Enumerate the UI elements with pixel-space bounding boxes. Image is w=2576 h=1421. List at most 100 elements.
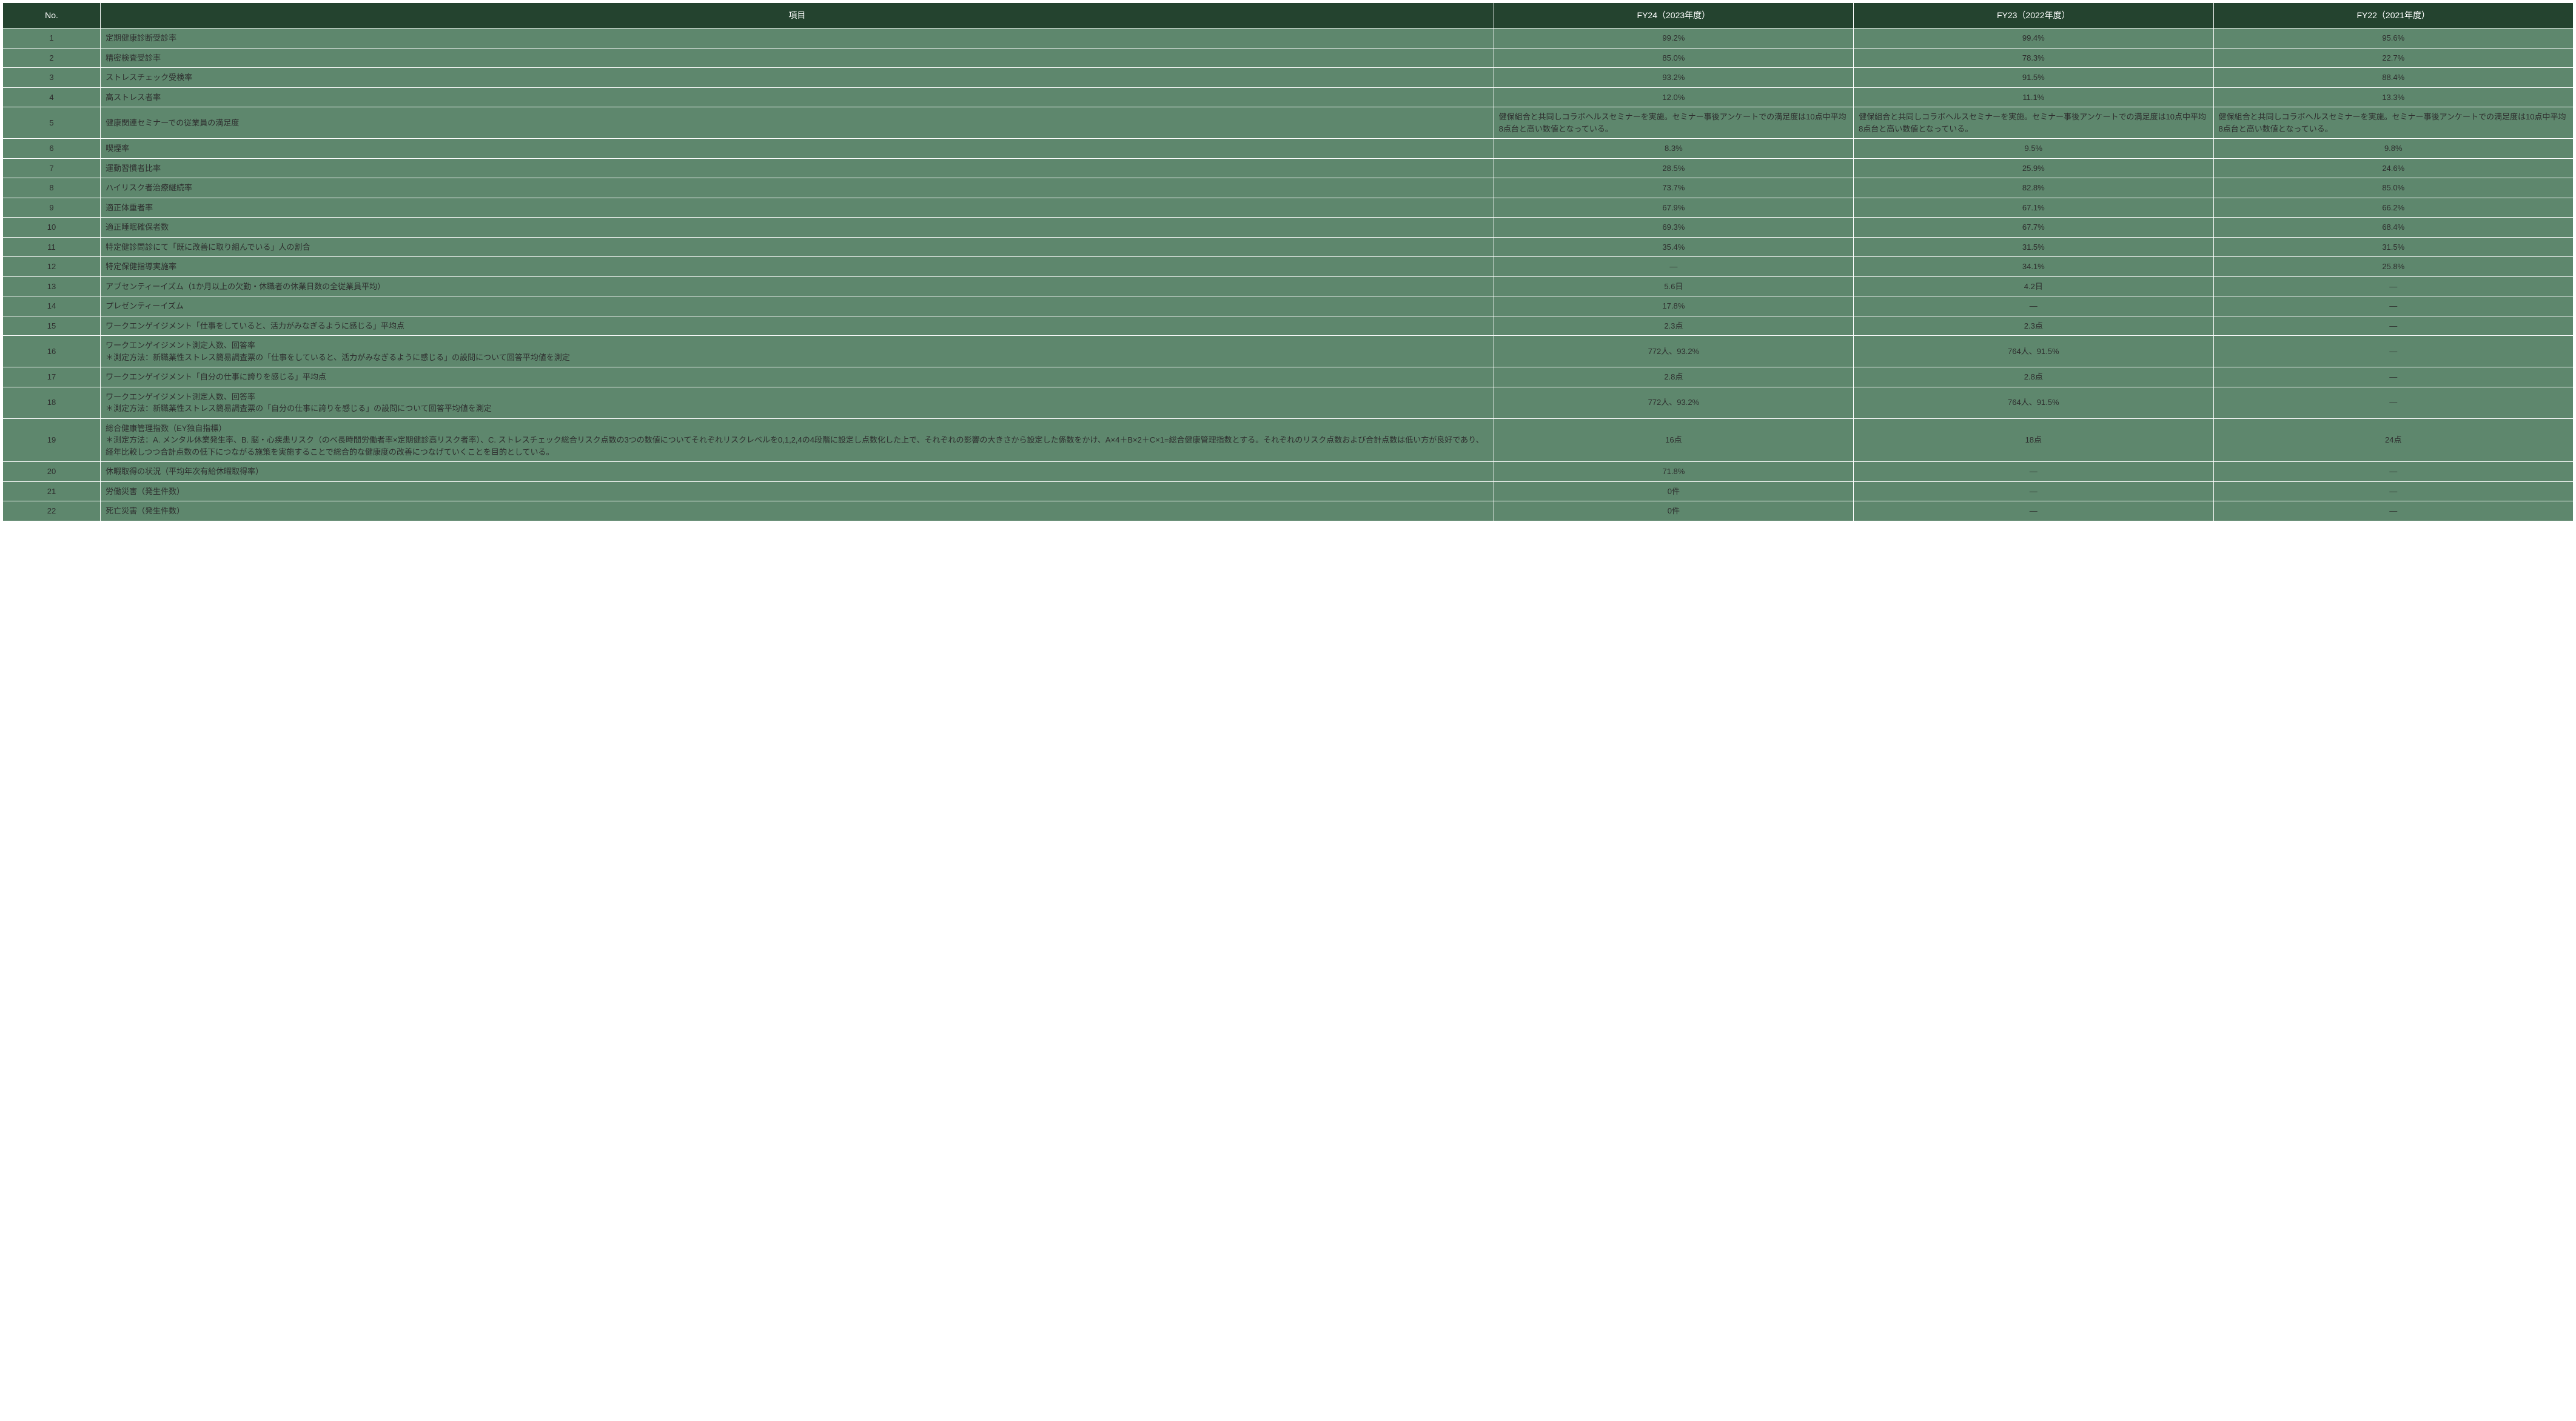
cell-fy22: ―: [2213, 387, 2573, 418]
cell-item: ワークエンゲイジメント「自分の仕事に誇りを感じる」平均点: [101, 367, 1494, 387]
cell-fy22: 85.0%: [2213, 178, 2573, 198]
cell-fy23: 2.3点: [1854, 316, 2213, 336]
cell-item: プレゼンティーイズム: [101, 296, 1494, 316]
cell-no: 16: [3, 336, 101, 367]
cell-fy22: 31.5%: [2213, 237, 2573, 257]
cell-fy24: 93.2%: [1494, 68, 1853, 88]
cell-item: 総合健康管理指数（EY独自指標） ＊測定方法：A. メンタル休業発生率、B. 脳…: [101, 418, 1494, 462]
cell-no: 20: [3, 462, 101, 482]
cell-fy24: 12.0%: [1494, 87, 1853, 107]
cell-item: 特定健診問診にて「既に改善に取り組んでいる」人の割合: [101, 237, 1494, 257]
cell-fy24: 85.0%: [1494, 48, 1853, 68]
cell-fy22: 13.3%: [2213, 87, 2573, 107]
table-row: 4高ストレス者率12.0%11.1%13.3%: [3, 87, 2574, 107]
cell-item: 運動習慣者比率: [101, 158, 1494, 178]
cell-item: 高ストレス者率: [101, 87, 1494, 107]
cell-fy24: 2.3点: [1494, 316, 1853, 336]
cell-fy23: ―: [1854, 296, 2213, 316]
table-row: 13アブセンティーイズム（1か月以上の欠勤・休職者の休業日数の全従業員平均）5.…: [3, 276, 2574, 296]
cell-no: 7: [3, 158, 101, 178]
cell-no: 1: [3, 28, 101, 48]
table-row: 11特定健診問診にて「既に改善に取り組んでいる」人の割合35.4%31.5%31…: [3, 237, 2574, 257]
cell-fy22: ―: [2213, 462, 2573, 482]
cell-fy22: ―: [2213, 276, 2573, 296]
cell-fy22: ―: [2213, 336, 2573, 367]
cell-no: 4: [3, 87, 101, 107]
cell-no: 6: [3, 139, 101, 159]
header-fy24: FY24（2023年度）: [1494, 3, 1853, 28]
cell-fy23: 82.8%: [1854, 178, 2213, 198]
cell-item: ワークエンゲイジメント「仕事をしていると、活力がみなぎるように感じる」平均点: [101, 316, 1494, 336]
cell-fy23: ―: [1854, 481, 2213, 501]
table-row: 3ストレスチェック受検率93.2%91.5%88.4%: [3, 68, 2574, 88]
cell-no: 18: [3, 387, 101, 418]
table-row: 17ワークエンゲイジメント「自分の仕事に誇りを感じる」平均点2.8点2.8点―: [3, 367, 2574, 387]
cell-fy23: 78.3%: [1854, 48, 2213, 68]
cell-fy24: ―: [1494, 257, 1853, 277]
cell-fy22: 健保組合と共同しコラボヘルスセミナーを実施。セミナー事後アンケートでの満足度は1…: [2213, 107, 2573, 139]
header-fy23: FY23（2022年度）: [1854, 3, 2213, 28]
cell-item: ストレスチェック受検率: [101, 68, 1494, 88]
table-row: 20休暇取得の状況（平均年次有給休暇取得率）71.8%――: [3, 462, 2574, 482]
cell-fy24: 0件: [1494, 481, 1853, 501]
cell-fy22: 95.6%: [2213, 28, 2573, 48]
table-row: 12特定保健指導実施率―34.1%25.8%: [3, 257, 2574, 277]
cell-fy22: ―: [2213, 316, 2573, 336]
cell-item: 適正体重者率: [101, 198, 1494, 218]
cell-fy23: 31.5%: [1854, 237, 2213, 257]
cell-no: 13: [3, 276, 101, 296]
cell-fy22: ―: [2213, 501, 2573, 521]
table-row: 2精密検査受診率85.0%78.3%22.7%: [3, 48, 2574, 68]
cell-fy24: 17.8%: [1494, 296, 1853, 316]
cell-fy23: 9.5%: [1854, 139, 2213, 159]
cell-fy23: 91.5%: [1854, 68, 2213, 88]
cell-fy23: 11.1%: [1854, 87, 2213, 107]
cell-no: 8: [3, 178, 101, 198]
cell-fy22: 68.4%: [2213, 218, 2573, 238]
cell-fy23: 67.1%: [1854, 198, 2213, 218]
cell-fy23: 764人、91.5%: [1854, 387, 2213, 418]
table-row: 22死亡災害（発生件数）0件――: [3, 501, 2574, 521]
table-row: 7運動習慣者比率28.5%25.9%24.6%: [3, 158, 2574, 178]
cell-item: ワークエンゲイジメント測定人数、回答率 ＊測定方法：新職業性ストレス簡易調査票の…: [101, 387, 1494, 418]
cell-fy24: 0件: [1494, 501, 1853, 521]
cell-item: 喫煙率: [101, 139, 1494, 159]
cell-fy23: 健保組合と共同しコラボヘルスセミナーを実施。セミナー事後アンケートでの満足度は1…: [1854, 107, 2213, 139]
cell-fy23: 67.7%: [1854, 218, 2213, 238]
cell-no: 22: [3, 501, 101, 521]
cell-fy24: 2.8点: [1494, 367, 1853, 387]
cell-item: アブセンティーイズム（1か月以上の欠勤・休職者の休業日数の全従業員平均）: [101, 276, 1494, 296]
header-fy22: FY22（2021年度）: [2213, 3, 2573, 28]
cell-fy23: 25.9%: [1854, 158, 2213, 178]
cell-fy23: 4.2日: [1854, 276, 2213, 296]
cell-fy23: 764人、91.5%: [1854, 336, 2213, 367]
cell-fy24: 69.3%: [1494, 218, 1853, 238]
header-item: 項目: [101, 3, 1494, 28]
cell-item: 精密検査受診率: [101, 48, 1494, 68]
cell-no: 11: [3, 237, 101, 257]
cell-fy23: 99.4%: [1854, 28, 2213, 48]
cell-item: ワークエンゲイジメント測定人数、回答率 ＊測定方法：新職業性ストレス簡易調査票の…: [101, 336, 1494, 367]
cell-fy22: ―: [2213, 367, 2573, 387]
cell-fy22: 24.6%: [2213, 158, 2573, 178]
table-row: 1定期健康診断受診率99.2%99.4%95.6%: [3, 28, 2574, 48]
cell-fy22: 22.7%: [2213, 48, 2573, 68]
table-row: 9適正体重者率67.9%67.1%66.2%: [3, 198, 2574, 218]
cell-fy24: 8.3%: [1494, 139, 1853, 159]
cell-item: 労働災害（発生件数）: [101, 481, 1494, 501]
table-header-row: No. 項目 FY24（2023年度） FY23（2022年度） FY22（20…: [3, 3, 2574, 28]
cell-fy22: 9.8%: [2213, 139, 2573, 159]
cell-fy24: 71.8%: [1494, 462, 1853, 482]
cell-item: 休暇取得の状況（平均年次有給休暇取得率）: [101, 462, 1494, 482]
cell-fy23: 18点: [1854, 418, 2213, 462]
cell-fy22: 25.8%: [2213, 257, 2573, 277]
cell-item: 適正睡眠確保者数: [101, 218, 1494, 238]
cell-fy22: 88.4%: [2213, 68, 2573, 88]
cell-item: 死亡災害（発生件数）: [101, 501, 1494, 521]
cell-item: 定期健康診断受診率: [101, 28, 1494, 48]
table-row: 15ワークエンゲイジメント「仕事をしていると、活力がみなぎるように感じる」平均点…: [3, 316, 2574, 336]
cell-fy22: 24点: [2213, 418, 2573, 462]
cell-fy24: 772人、93.2%: [1494, 387, 1853, 418]
table-row: 18ワークエンゲイジメント測定人数、回答率 ＊測定方法：新職業性ストレス簡易調査…: [3, 387, 2574, 418]
cell-fy23: ―: [1854, 501, 2213, 521]
